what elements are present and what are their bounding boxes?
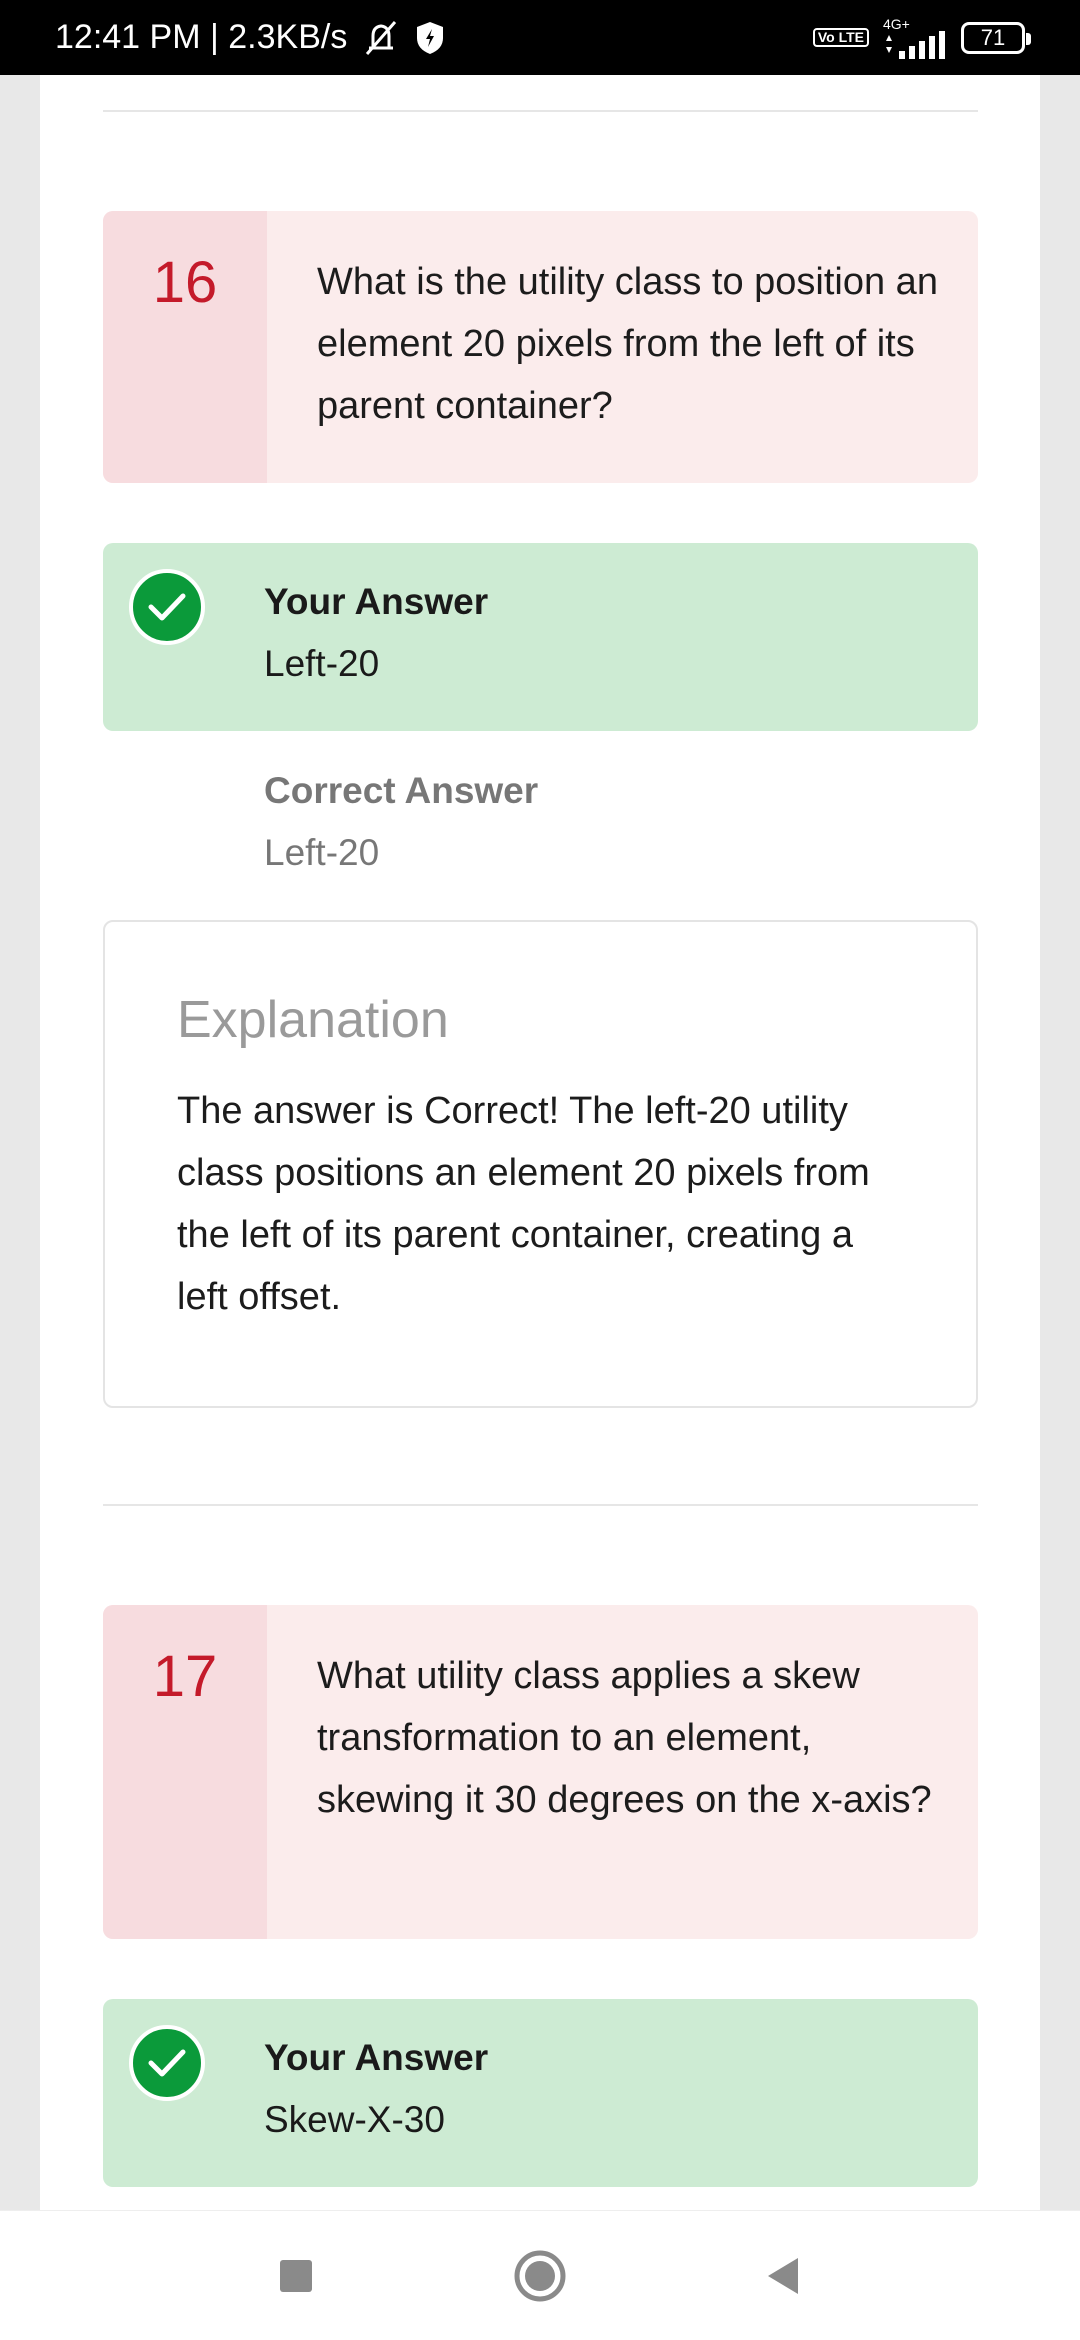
shield-icon: [415, 20, 445, 56]
your-answer-value: Left-20: [264, 643, 380, 684]
question-number: 16: [103, 211, 267, 483]
recent-apps-button[interactable]: [266, 2246, 326, 2306]
check-icon: [129, 569, 205, 645]
status-right: Vo LTE 4G+ 71: [812, 17, 1031, 59]
your-answer-value: Skew-X-30: [264, 2099, 445, 2140]
network-type-label: 4G+: [883, 15, 910, 32]
back-button[interactable]: [752, 2246, 812, 2306]
results-card: 16 What is the utility class to position…: [40, 75, 1040, 2210]
your-answer-box: Your Answer Left-20: [103, 543, 978, 731]
check-icon: [129, 2025, 205, 2101]
question-card-16: 16 What is the utility class to position…: [103, 211, 978, 483]
time-speed-text: 12:41 PM | 2.3KB/s: [55, 18, 348, 56]
explanation-text: The answer is Correct! The left-20 utili…: [177, 1090, 870, 1318]
home-button[interactable]: [510, 2246, 570, 2306]
battery-icon: 71: [961, 21, 1031, 54]
your-answer-label: Your Answer: [264, 2037, 489, 2078]
divider: [103, 110, 978, 112]
status-left: 12:41 PM | 2.3KB/s: [55, 18, 445, 58]
circle-icon: [514, 2250, 566, 2302]
correct-answer-label: Correct Answer: [264, 770, 539, 811]
explanation-title: Explanation: [177, 991, 449, 1049]
triangle-back-icon: [768, 2258, 798, 2294]
volte-icon: Vo LTE: [812, 28, 869, 47]
explanation-box: Explanation The answer is Correct! The l…: [103, 920, 978, 1408]
status-bar: 12:41 PM | 2.3KB/s Vo LTE 4G+ 71: [0, 0, 1080, 75]
your-answer-label: Your Answer: [264, 581, 489, 622]
signal-icon: 4G+: [883, 17, 947, 59]
question-text: What is the utility class to position an…: [317, 261, 938, 427]
mute-notification-icon: [359, 18, 403, 58]
correct-answer-value: Left-20: [264, 832, 380, 873]
square-icon: [280, 2260, 312, 2292]
navigation-bar: [0, 2210, 1080, 2340]
question-number: 17: [103, 1605, 267, 1939]
question-card-17: 17 What utility class applies a skew tra…: [103, 1605, 978, 1939]
your-answer-box: Your Answer Skew-X-30: [103, 1999, 978, 2187]
divider: [103, 1504, 978, 1506]
question-text: What utility class applies a skew transf…: [317, 1655, 932, 1821]
